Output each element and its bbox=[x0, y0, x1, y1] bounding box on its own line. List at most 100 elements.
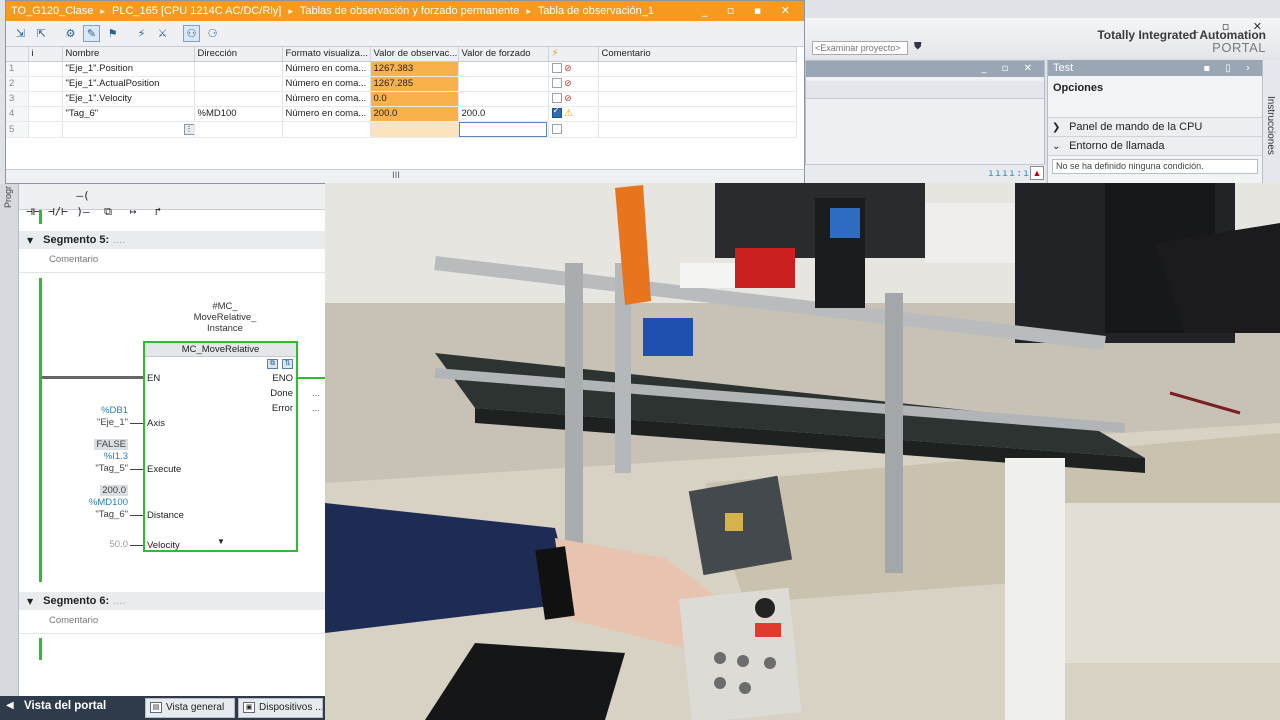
center-panel-controls[interactable]: _ ▫ ✕ bbox=[981, 63, 1038, 74]
breadcrumb-watch-table-1[interactable]: Tabla de observación_1 bbox=[538, 5, 654, 17]
add-row-icon[interactable]: ⇱ bbox=[33, 25, 50, 42]
insert-row-icon[interactable]: ⇲ bbox=[12, 25, 29, 42]
table-row[interactable]: 2 "Eje_1".ActualPosition Número en coma.… bbox=[6, 76, 797, 92]
velocity-operand[interactable]: 50.0 bbox=[48, 539, 129, 550]
enable-peripheral-icon[interactable]: ⚑ bbox=[104, 25, 121, 42]
back-arrow-icon[interactable]: ◀ bbox=[6, 700, 14, 711]
row-force-value[interactable] bbox=[458, 121, 549, 138]
block-settings-icon[interactable]: ⇅ bbox=[282, 359, 293, 369]
row-comment[interactable] bbox=[598, 121, 797, 138]
row-force-value[interactable] bbox=[458, 91, 549, 107]
row-comment[interactable] bbox=[598, 91, 797, 107]
collapse-triangle-icon[interactable]: ▼ bbox=[27, 236, 33, 245]
column-header-address[interactable]: Dirección bbox=[194, 47, 283, 62]
portal-view-button[interactable]: Vista del portal bbox=[24, 700, 106, 712]
axis-operand[interactable]: "Eje_1" bbox=[48, 417, 128, 428]
modify-now-icon[interactable]: ⚙ bbox=[62, 25, 79, 42]
mc-moverelative-block[interactable]: MC_MoveRelative ⧉ ⇅ EN Axis Execute Dist… bbox=[143, 341, 298, 552]
open-block-icon[interactable]: ⧉ bbox=[267, 359, 278, 369]
segment-5-comment[interactable]: Comentario bbox=[19, 249, 325, 273]
force-checkbox[interactable] bbox=[551, 106, 562, 119]
row-address[interactable] bbox=[194, 61, 283, 77]
row-comment[interactable] bbox=[598, 61, 797, 77]
row-format[interactable]: Número en coma... bbox=[282, 76, 371, 92]
segment-5-title[interactable]: .... bbox=[113, 234, 125, 246]
row-force-value[interactable]: 200.0 bbox=[458, 106, 549, 122]
address-picker-icon[interactable]: ⋮ bbox=[183, 124, 193, 135]
force-icon[interactable]: ⚡ bbox=[133, 25, 150, 42]
table-row[interactable]: 4 "Tag_6" %MD100 Número en coma... 200.0… bbox=[6, 106, 797, 122]
open-branch-icon[interactable]: ↦ bbox=[123, 204, 143, 221]
close-branch-icon[interactable]: ↱ bbox=[148, 204, 168, 221]
column-header-force-icon[interactable]: ⚡ bbox=[548, 47, 599, 62]
stop-force-icon[interactable]: ⚔ bbox=[154, 25, 171, 42]
segment-6-header[interactable]: ▼ Segmento 6:.... bbox=[19, 592, 325, 610]
task-panel-controls[interactable]: ▪ ▯ › bbox=[1203, 61, 1256, 77]
row-force-flag[interactable]: ⊘ bbox=[548, 91, 599, 107]
contact-nc-icon[interactable]: ⊣/⊢ bbox=[48, 204, 68, 221]
section-cpu-panel[interactable]: ❯ Panel de mando de la CPU bbox=[1048, 118, 1262, 137]
condition-field[interactable]: No se ha definido ninguna condición. bbox=[1052, 159, 1258, 174]
table-row[interactable]: 1 "Eje_1".Position Número en coma... 126… bbox=[6, 61, 797, 77]
segment-6-title[interactable]: .... bbox=[113, 595, 125, 607]
row-force-flag[interactable]: ⚠ bbox=[548, 106, 599, 122]
tab-devices[interactable]: ▣ Dispositivos ... bbox=[238, 698, 323, 718]
row-comment[interactable] bbox=[598, 76, 797, 92]
modify-trigger-icon[interactable]: ✎ bbox=[83, 25, 100, 42]
breadcrumb-plc[interactable]: PLC_165 [CPU 1214C AC/DC/Rly] bbox=[112, 5, 281, 17]
force-checkbox[interactable] bbox=[551, 123, 562, 134]
column-header-info[interactable]: i bbox=[28, 47, 63, 62]
section-call-environment[interactable]: ⌄ Entorno de llamada bbox=[1048, 137, 1262, 156]
row-name[interactable]: "Tag_6" bbox=[62, 106, 195, 122]
expand-block-icon[interactable]: ▼ bbox=[217, 537, 225, 546]
row-force-flag[interactable] bbox=[548, 121, 599, 138]
row-force-value[interactable] bbox=[458, 76, 549, 92]
status-alert-icon[interactable]: ▲ bbox=[1030, 166, 1044, 180]
segment-6-comment[interactable]: Comentario bbox=[19, 610, 325, 634]
force-checkbox[interactable] bbox=[551, 63, 562, 74]
watch-window-controls[interactable]: _ ▫ ▪ ✕ bbox=[702, 1, 798, 21]
row-force-flag[interactable]: ⊘ bbox=[548, 76, 599, 92]
row-name[interactable]: "Eje_1".Velocity bbox=[62, 91, 195, 107]
row-force-value[interactable] bbox=[458, 61, 549, 77]
table-row[interactable]: 5 ⋮ bbox=[6, 121, 797, 138]
row-address[interactable] bbox=[194, 121, 283, 138]
program-side-tab[interactable]: Progr bbox=[0, 184, 19, 696]
monitor-all-icon[interactable]: ⚇ bbox=[183, 25, 200, 42]
browse-project-icon[interactable]: ⛊ bbox=[914, 41, 926, 53]
coil-icon[interactable]: –( )– bbox=[73, 188, 93, 218]
column-header-force-value[interactable]: Valor de forzado bbox=[458, 47, 549, 62]
force-checkbox[interactable] bbox=[551, 78, 562, 89]
tab-overview[interactable]: ▤ Vista general bbox=[145, 698, 235, 718]
column-header-comment[interactable]: Comentario bbox=[598, 47, 797, 62]
horizontal-scrollbar[interactable]: III bbox=[6, 169, 804, 183]
table-row[interactable]: 3 "Eje_1".Velocity Número en coma... 0.0… bbox=[6, 91, 797, 107]
empty-box-icon[interactable]: ⧉ bbox=[98, 204, 118, 221]
instructions-side-tab[interactable]: Instrucciones bbox=[1262, 60, 1280, 183]
scroll-grip-icon[interactable]: III bbox=[392, 171, 400, 181]
browse-project-input[interactable] bbox=[812, 41, 908, 55]
row-name[interactable]: ⋮ bbox=[62, 121, 195, 138]
row-force-flag[interactable]: ⊘ bbox=[548, 61, 599, 77]
row-comment[interactable] bbox=[598, 106, 797, 122]
segment-5-header[interactable]: ▼ Segmento 5:.... bbox=[19, 231, 325, 249]
row-format[interactable]: Número en coma... bbox=[282, 91, 371, 107]
breadcrumb-project[interactable]: TO_G120_Clase bbox=[11, 5, 93, 17]
instance-db-name[interactable]: #MC_ MoveRelative_ Instance bbox=[160, 301, 290, 334]
error-output[interactable]: ... bbox=[312, 403, 320, 413]
column-header-format[interactable]: Formato visualiza... bbox=[282, 47, 371, 62]
distance-operand[interactable]: "Tag_6" bbox=[48, 509, 128, 520]
collapse-triangle-icon[interactable]: ▼ bbox=[27, 597, 33, 606]
row-format[interactable] bbox=[282, 121, 371, 138]
done-output[interactable]: ... bbox=[312, 388, 320, 398]
row-address[interactable]: %MD100 bbox=[194, 106, 283, 122]
column-header-name[interactable]: Nombre bbox=[62, 47, 195, 62]
row-format[interactable]: Número en coma... bbox=[282, 61, 371, 77]
force-checkbox[interactable] bbox=[551, 93, 562, 104]
row-name[interactable]: "Eje_1".ActualPosition bbox=[62, 76, 195, 92]
monitor-once-icon[interactable]: ⚆ bbox=[204, 25, 221, 42]
breadcrumb-watch-tables[interactable]: Tablas de observación y forzado permanen… bbox=[300, 5, 520, 17]
row-address[interactable] bbox=[194, 91, 283, 107]
execute-operand[interactable]: "Tag_5" bbox=[48, 463, 128, 474]
column-header-monitor-value[interactable]: Valor de observac... bbox=[370, 47, 459, 62]
